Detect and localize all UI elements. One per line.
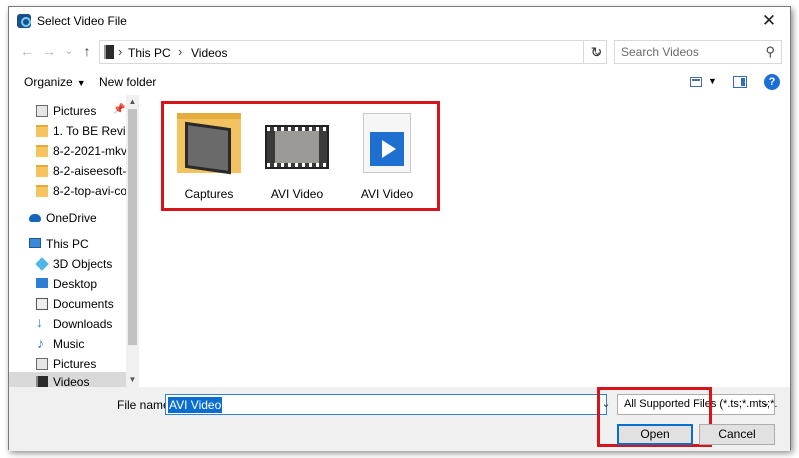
- sidebar-item-folder[interactable]: 8-2-2021-mkv-c: [9, 141, 126, 161]
- scroll-down-icon[interactable]: ▼: [126, 373, 139, 387]
- sidebar-item-3d-objects[interactable]: 3D Objects: [9, 254, 126, 274]
- file-list: Captures AVI Video AVI Video: [145, 95, 790, 387]
- music-icon: [36, 335, 48, 351]
- sidebar-item-videos[interactable]: Videos: [9, 372, 126, 387]
- chevron-down-icon: ⌄: [761, 398, 770, 409]
- sidebar-item-pictures[interactable]: Pictures: [9, 354, 126, 374]
- computer-icon: [29, 238, 41, 248]
- preview-pane-icon[interactable]: [733, 76, 747, 88]
- sidebar-item-music[interactable]: Music: [9, 334, 126, 354]
- open-button[interactable]: Open: [617, 424, 693, 445]
- breadcrumb-separator: ›: [178, 44, 183, 59]
- app-icon: [17, 14, 31, 28]
- sidebar-item-desktop[interactable]: Desktop: [9, 274, 126, 294]
- sidebar-item-documents[interactable]: Documents: [9, 294, 126, 314]
- window-title: Select Video File: [37, 14, 127, 28]
- organize-label: Organize: [24, 75, 73, 89]
- sidebar-item-label: Documents: [53, 297, 114, 311]
- refresh-icon[interactable]: ↻: [583, 41, 609, 63]
- file-label: AVI Video: [270, 187, 324, 201]
- file-label: AVI Video: [360, 187, 414, 201]
- breadcrumb-this-pc[interactable]: This PC: [128, 46, 171, 60]
- breadcrumb-separator: ›: [118, 44, 123, 59]
- file-name-value: AVI Video: [168, 397, 223, 413]
- play-icon: [370, 132, 404, 166]
- sidebar-item-label: Pictures: [53, 104, 97, 118]
- folder-icon: [36, 125, 48, 137]
- command-bar: Organize ▼ New folder ▼ ?: [9, 69, 790, 95]
- new-folder-button[interactable]: New folder: [99, 75, 156, 89]
- file-item-avi-video-thumbnail[interactable]: AVI Video: [255, 109, 339, 201]
- scrollbar-thumb[interactable]: [128, 109, 137, 345]
- address-bar[interactable]: › This PC › Videos ⌄: [99, 40, 607, 64]
- film-holes: [267, 163, 327, 167]
- file-item-avi-video[interactable]: AVI Video: [345, 109, 429, 201]
- sidebar-item-label: Desktop: [53, 277, 98, 291]
- sidebar-item-label: OneDrive: [46, 211, 97, 225]
- sidebar-item-folder[interactable]: 8-2-top-avi-con: [9, 181, 126, 201]
- view-options-icon[interactable]: [690, 77, 702, 87]
- search-input[interactable]: [621, 44, 757, 60]
- navigation-scrollbar[interactable]: ▲ ▼: [126, 95, 139, 387]
- videos-location-icon: [104, 45, 114, 59]
- back-arrow-icon[interactable]: ←: [17, 41, 37, 61]
- video-file-icon: [363, 113, 411, 173]
- folder-icon: [177, 113, 241, 175]
- sidebar-item-downloads[interactable]: Downloads: [9, 314, 126, 334]
- file-label: Captures: [184, 187, 234, 201]
- folder-icon: [36, 165, 48, 177]
- sidebar-item-this-pc[interactable]: This PC: [9, 234, 126, 254]
- sidebar-item-label: This PC: [46, 237, 89, 251]
- video-frame: [275, 131, 319, 163]
- sidebar-item-onedrive[interactable]: OneDrive: [9, 208, 126, 228]
- sidebar-item-label: 8-2-2021-mkv-c: [53, 144, 126, 158]
- recent-locations-icon[interactable]: ⌄: [59, 41, 79, 61]
- sidebar-item-folder[interactable]: 1. To BE Reviewe: [9, 121, 126, 141]
- sidebar-item-label: 1. To BE Reviewe: [53, 124, 126, 138]
- title-bar: Select Video File ✕: [9, 7, 790, 35]
- scroll-up-icon[interactable]: ▲: [126, 95, 139, 109]
- documents-icon: [36, 298, 48, 310]
- sidebar-item-pictures-quick[interactable]: Pictures 📌: [9, 101, 126, 121]
- select-video-dialog: Select Video File ✕ ← → ⌄ ↑ › This PC › …: [8, 6, 791, 451]
- sidebar-item-label: Videos: [53, 375, 90, 387]
- search-box[interactable]: ⚲: [614, 40, 782, 64]
- folder-icon: [36, 145, 48, 157]
- sidebar-item-label: 8-2-top-avi-con: [53, 184, 126, 198]
- up-arrow-icon[interactable]: ↑: [77, 41, 97, 61]
- videos-icon: [36, 376, 48, 387]
- sidebar-item-label: 8-2-aiseesoft-an: [53, 164, 126, 178]
- downloads-icon: [36, 314, 48, 330]
- pictures-icon: [36, 105, 48, 117]
- sidebar-item-label: Pictures: [53, 357, 97, 371]
- organize-menu[interactable]: Organize ▼: [24, 75, 86, 89]
- forward-arrow-icon[interactable]: →: [39, 41, 59, 61]
- sidebar-item-folder[interactable]: 8-2-aiseesoft-an: [9, 161, 126, 181]
- file-item-captures[interactable]: Captures: [167, 109, 251, 201]
- navigation-pane: Pictures 📌 1. To BE Reviewe 8-2-2021-mkv…: [9, 95, 139, 387]
- help-icon[interactable]: ?: [764, 74, 780, 90]
- breadcrumb-videos[interactable]: Videos: [191, 46, 227, 60]
- dialog-footer: File name: AVI Video ⌄ All Supported Fil…: [9, 387, 790, 451]
- folder-icon: [36, 185, 48, 197]
- folder-preview: [185, 121, 231, 175]
- caret-down-icon[interactable]: ▼: [708, 76, 717, 86]
- file-name-input[interactable]: AVI Video: [165, 394, 607, 415]
- close-icon[interactable]: ✕: [754, 10, 784, 32]
- navigation-bar: ← → ⌄ ↑ › This PC › Videos ⌄ ↻ ⚲: [9, 38, 790, 66]
- onedrive-icon: [29, 214, 41, 222]
- desktop-icon: [36, 278, 48, 288]
- sidebar-item-label: Music: [53, 337, 85, 351]
- pictures-icon: [36, 358, 48, 370]
- sidebar-item-label: 3D Objects: [53, 257, 113, 271]
- cancel-button[interactable]: Cancel: [699, 424, 775, 445]
- pin-icon: 📌: [113, 104, 126, 115]
- search-icon: ⚲: [765, 44, 775, 59]
- video-thumbnail-icon: [265, 125, 329, 169]
- caret-down-icon: ▼: [76, 78, 86, 88]
- sidebar-item-label: Downloads: [53, 317, 113, 331]
- 3d-objects-icon: [35, 257, 49, 271]
